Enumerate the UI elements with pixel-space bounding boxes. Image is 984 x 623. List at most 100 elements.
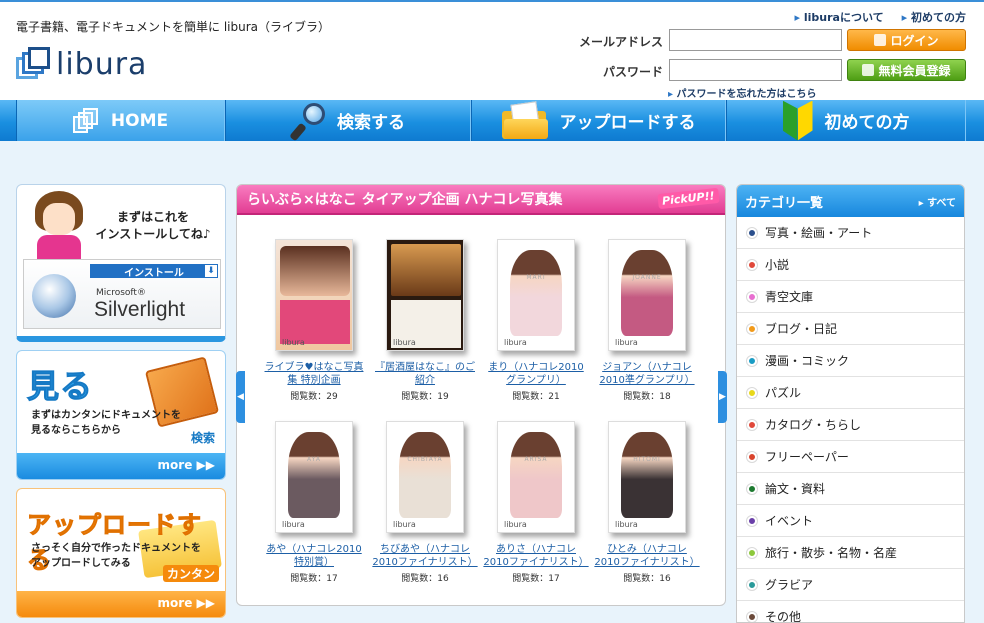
pickup-thumbnail[interactable]: libura bbox=[275, 239, 353, 351]
category-item[interactable]: フリーペーパー bbox=[737, 441, 964, 473]
pickup-thumbnail[interactable]: MARI libura bbox=[497, 239, 575, 351]
pickup-item[interactable]: ARISA libura ありさ（ハナコレ 2010ファイナリスト） 閲覧数：17 bbox=[481, 421, 591, 584]
nav-upload-label: アップロードする bbox=[559, 113, 696, 133]
category-bullet-icon bbox=[747, 227, 757, 238]
pickup-item[interactable]: JOANNE libura ジョアン（ハナコレ 2010準グランプリ） 閲覧数：18 bbox=[592, 239, 702, 402]
nav-upload[interactable]: アップロードする bbox=[471, 100, 726, 141]
nav-home[interactable]: HOME bbox=[16, 100, 225, 141]
category-label: フリーペーパー bbox=[765, 450, 849, 464]
category-item[interactable]: 漫画・コミック bbox=[737, 345, 964, 377]
pickup-item-title-link[interactable]: ちびあや（ハナコレ 2010ファイナリスト） bbox=[370, 543, 480, 569]
pickup-item-title-link[interactable]: ひとみ（ハナコレ 2010ファイナリスト） bbox=[592, 543, 702, 569]
upload-box[interactable]: アップロードする さっそく自分で作ったドキュメントを アップロードしてみる カン… bbox=[16, 488, 226, 618]
view-count: 閲覧数：17 bbox=[512, 574, 560, 584]
password-label: パスワード bbox=[602, 65, 663, 79]
category-item[interactable]: ブログ・日記 bbox=[737, 313, 964, 345]
pickup-thumbnail[interactable]: CHIBIAYA libura bbox=[386, 421, 464, 533]
nav-search[interactable]: 検索する bbox=[225, 100, 471, 141]
pickup-item-title-link[interactable]: ジョアン（ハナコレ 2010準グランプリ） bbox=[592, 361, 702, 387]
pickup-panel: らいぶら×はなこ タイアップ企画 ハナコレ写真集 PickUP!! libura… bbox=[236, 184, 726, 606]
silverlight-logo-icon bbox=[32, 274, 76, 318]
pickup-item-title-line: ライブラ♥はなこ写真 bbox=[264, 362, 364, 373]
category-label: ブログ・日記 bbox=[765, 322, 838, 336]
view-more-button[interactable]: more ▶▶ bbox=[17, 453, 225, 479]
register-button[interactable]: 無料会員登録 bbox=[847, 59, 966, 81]
pickup-item[interactable]: MARI libura まり（ハナコレ2010 グランプリ） 閲覧数：21 bbox=[481, 239, 591, 402]
category-label: その他 bbox=[765, 610, 802, 623]
category-item[interactable]: カタログ・ちらし bbox=[737, 409, 964, 441]
category-bullet-icon bbox=[747, 419, 757, 430]
pickup-item-title-link[interactable]: まり（ハナコレ2010 グランプリ） bbox=[481, 361, 591, 387]
pickup-item-title-link[interactable]: 『居酒屋はなこ』のご 紹介 bbox=[370, 361, 480, 387]
install-message: まずはこれを インストールしてね♪ bbox=[83, 209, 223, 243]
model-name-label: MARI bbox=[526, 274, 546, 281]
pickup-item-title-link[interactable]: ありさ（ハナコレ 2010ファイナリスト） bbox=[481, 543, 591, 569]
password-field[interactable] bbox=[669, 59, 842, 81]
view-description: まずはカンタンにドキュメントを 見るならこちらから bbox=[31, 408, 181, 438]
search-tag: 検索 bbox=[190, 431, 215, 445]
category-item[interactable]: 論文・資料 bbox=[737, 473, 964, 505]
carousel-prev-arrow-icon[interactable]: ◀ bbox=[236, 371, 245, 423]
category-label: グラビア bbox=[765, 578, 814, 592]
category-label: 青空文庫 bbox=[765, 290, 814, 304]
category-item[interactable]: 旅行・散歩・名物・名産 bbox=[737, 537, 964, 569]
view-count: 閲覧数：17 bbox=[290, 574, 338, 584]
category-bullet-icon bbox=[747, 579, 757, 590]
category-label: パズル bbox=[765, 386, 802, 400]
email-field[interactable] bbox=[669, 29, 842, 51]
pickup-thumbnail[interactable]: JOANNE libura bbox=[608, 239, 686, 351]
category-bullet-icon bbox=[747, 387, 757, 398]
category-label: 写真・絵画・アート bbox=[765, 226, 873, 240]
category-item[interactable]: 青空文庫 bbox=[737, 281, 964, 313]
category-item[interactable]: グラビア bbox=[737, 569, 964, 601]
view-count: 閲覧数：18 bbox=[623, 392, 671, 402]
documents-icon bbox=[72, 107, 99, 134]
category-bullet-icon bbox=[747, 323, 757, 334]
about-link[interactable]: liburaについて bbox=[795, 9, 884, 25]
install-button[interactable]: インストール ⬇ bbox=[90, 264, 218, 279]
category-title: カテゴリ一覧 bbox=[745, 195, 824, 211]
pickup-item-title-line: 2010準グランプリ） bbox=[599, 375, 695, 386]
silverlight-install-panel[interactable]: インストール ⬇ Microsoft® Silverlight bbox=[23, 259, 221, 329]
pickup-item[interactable]: CHIBIAYA libura ちびあや（ハナコレ 2010ファイナリスト） 閲覧数：1… bbox=[370, 421, 480, 584]
download-icon: ⬇ bbox=[205, 265, 217, 277]
site-logo[interactable]: libura bbox=[16, 46, 147, 82]
pickup-thumbnail[interactable]: AYA libura bbox=[275, 421, 353, 533]
pickup-thumbnail[interactable]: libura bbox=[386, 239, 464, 351]
pickup-thumbnail[interactable]: HITOMI libura bbox=[608, 421, 686, 533]
category-item[interactable]: イベント bbox=[737, 505, 964, 537]
site-tagline: 電子書籍、電子ドキュメントを簡単に libura（ライブラ） bbox=[16, 20, 330, 34]
pickup-item[interactable]: libura ライブラ♥はなこ写真集 特別企画 閲覧数：29 bbox=[259, 239, 369, 402]
category-label: 小説 bbox=[765, 258, 790, 272]
carousel-next-arrow-icon[interactable]: ▶ bbox=[718, 371, 727, 423]
model-name-label: AYA bbox=[307, 456, 321, 463]
magnifier-icon bbox=[289, 101, 325, 141]
category-all-link[interactable]: すべて bbox=[919, 194, 956, 209]
category-item[interactable]: その他 bbox=[737, 601, 964, 623]
pickup-title: らいぶら×はなこ タイアップ企画 ハナコレ写真集 bbox=[247, 192, 563, 208]
pickup-item[interactable]: HITOMI libura ひとみ（ハナコレ 2010ファイナリスト） 閲覧数：16 bbox=[592, 421, 702, 584]
upload-more-button[interactable]: more ▶▶ bbox=[17, 591, 225, 617]
install-message-line: インストールしてね♪ bbox=[95, 227, 211, 241]
top-links: liburaについて 初めての方 bbox=[795, 9, 966, 25]
libura-watermark: libura bbox=[615, 338, 638, 347]
pickup-item-title-link[interactable]: あや（ハナコレ2010 特別賞） bbox=[259, 543, 369, 569]
pickup-item-title-line: ひとみ（ハナコレ bbox=[607, 544, 687, 555]
view-box[interactable]: 見る まずはカンタンにドキュメントを 見るならこちらから 検索 more ▶▶ bbox=[16, 350, 226, 480]
nav-first-time[interactable]: 初めての方 bbox=[726, 100, 966, 141]
pickup-item[interactable]: AYA libura あや（ハナコレ2010 特別賞） 閲覧数：17 bbox=[259, 421, 369, 584]
logo-text: libura bbox=[56, 46, 148, 82]
category-item[interactable]: パズル bbox=[737, 377, 964, 409]
forgot-password-link[interactable]: パスワードを忘れた方はこちら bbox=[668, 85, 817, 100]
category-label: 論文・資料 bbox=[765, 482, 826, 496]
category-item[interactable]: 写真・絵画・アート bbox=[737, 217, 964, 249]
easy-tag: カンタン bbox=[162, 565, 219, 582]
first-time-link[interactable]: 初めての方 bbox=[902, 9, 966, 25]
pickup-item-title-line: 集 特別企画 bbox=[287, 375, 341, 386]
pickup-item-title-link[interactable]: ライブラ♥はなこ写真集 特別企画 bbox=[259, 361, 369, 387]
pickup-thumbnail[interactable]: ARISA libura bbox=[497, 421, 575, 533]
pickup-item[interactable]: libura 『居酒屋はなこ』のご 紹介 閲覧数：19 bbox=[370, 239, 480, 402]
pickup-badge: PickUP!! bbox=[657, 187, 720, 210]
login-button[interactable]: ログイン bbox=[847, 29, 966, 51]
category-item[interactable]: 小説 bbox=[737, 249, 964, 281]
